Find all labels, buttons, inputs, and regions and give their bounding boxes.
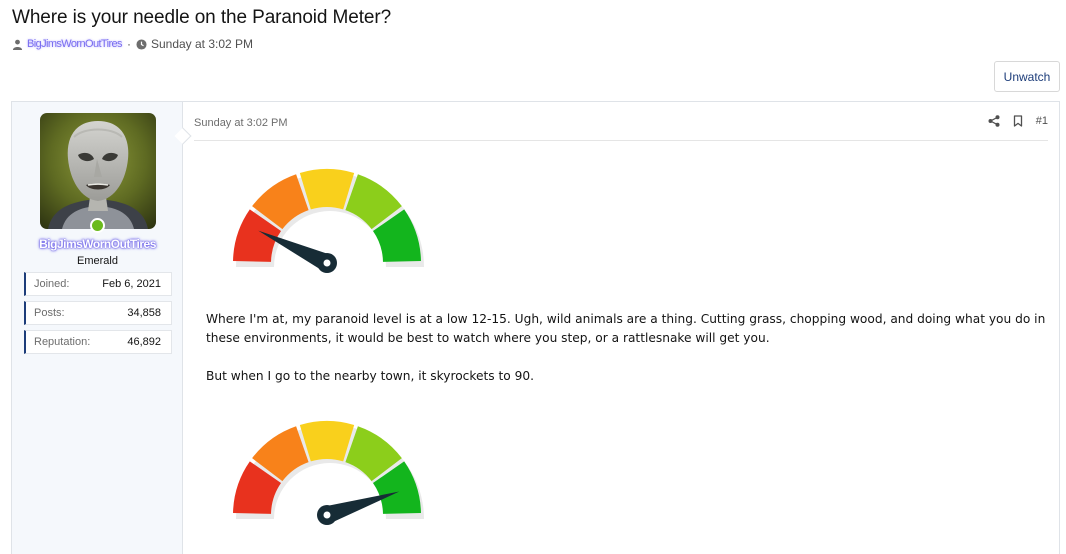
stat-label: Joined:	[34, 278, 70, 290]
stat-reputation: Reputation: 46,892	[24, 330, 172, 354]
post-paragraph: But when I go to the nearby town, it sky…	[206, 369, 534, 383]
online-status-dot	[90, 218, 105, 233]
paranoid-meter-gauge	[233, 169, 424, 273]
bookmark-icon[interactable]	[1012, 115, 1024, 127]
thread-meta: BigJimsWornOutTires · Sunday at 3:02 PM	[12, 37, 253, 51]
user-icon	[12, 39, 23, 50]
thread-author-link[interactable]: BigJimsWornOutTires	[27, 38, 123, 50]
avatar[interactable]	[40, 113, 156, 229]
post-1: BigJimsWornOutTires Emerald Joined: Feb …	[11, 101, 1060, 554]
stat-value: Feb 6, 2021	[102, 278, 161, 290]
stat-value: 46,892	[127, 336, 161, 348]
share-icon[interactable]	[988, 115, 1000, 127]
clock-icon	[136, 38, 147, 50]
post-header: Sunday at 3:02 PM #1	[194, 102, 1048, 141]
post-paragraph: Where I'm at, my paranoid level is at a …	[206, 312, 1046, 345]
gauge-hub-center	[323, 511, 331, 519]
post-date[interactable]: Sunday at 3:02 PM	[194, 117, 288, 129]
post-user-cell: BigJimsWornOutTires Emerald Joined: Feb …	[12, 102, 192, 554]
post-message-cell: Sunday at 3:02 PM #1 Where I'm at, my pa…	[194, 102, 1060, 554]
thread-title: Where is your needle on the Paranoid Met…	[12, 7, 392, 28]
meta-separator: ·	[126, 37, 131, 51]
paranoid-meter-gauge	[233, 421, 424, 525]
stat-label: Reputation:	[34, 336, 91, 348]
post-actions: #1	[988, 115, 1048, 127]
stat-value: 34,858	[127, 307, 161, 319]
user-title: Emerald	[77, 255, 118, 267]
gauge-hub-center	[323, 259, 331, 267]
stat-label: Posts:	[34, 307, 65, 319]
post-number[interactable]: #1	[1036, 115, 1048, 127]
stat-joined: Joined: Feb 6, 2021	[24, 272, 172, 296]
avatar-image	[40, 113, 156, 229]
user-cell-arrow	[174, 127, 192, 145]
stat-posts: Posts: 34,858	[24, 301, 172, 325]
unwatch-button[interactable]: Unwatch	[994, 61, 1060, 92]
post-username[interactable]: BigJimsWornOutTires	[12, 237, 183, 251]
thread-date[interactable]: Sunday at 3:02 PM	[151, 37, 253, 51]
